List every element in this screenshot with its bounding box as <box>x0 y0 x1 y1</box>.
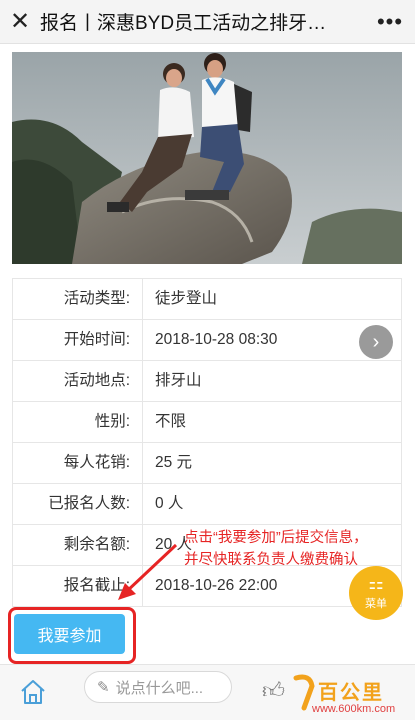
annotation-text: 点击“我要参加”后提交信息， 并尽快联系负责人缴费确认 <box>184 527 414 571</box>
info-row-activity-type: 活动类型: 徒步登山 <box>12 279 402 320</box>
info-row-deadline: 报名截止: 2018-10-26 22:00 <box>12 566 402 607</box>
watermark-text: 百公里 <box>318 682 384 704</box>
top-bar: ✕ 报名丨深惠BYD员工活动之排牙… ••• <box>0 0 415 44</box>
close-icon[interactable]: ✕ <box>0 0 40 44</box>
row-value: 徒步登山 <box>155 290 218 307</box>
grid-icon: ⚏ <box>368 574 384 593</box>
row-label: 性别: <box>13 402 143 442</box>
more-options-icon[interactable]: ••• <box>365 0 415 44</box>
thumbs-up-icon[interactable]: 👍︎ <box>262 677 285 704</box>
comment-placeholder: 说点什么吧... <box>115 679 204 697</box>
row-label: 活动地点: <box>13 361 143 401</box>
annotation-line-1: 点击“我要参加”后提交信息， <box>184 530 368 546</box>
info-row-location: 活动地点: 排牙山 <box>12 361 402 402</box>
chevron-right-icon[interactable]: › <box>359 325 393 359</box>
row-value: 不限 <box>155 413 187 430</box>
menu-label: 菜单 <box>365 598 387 610</box>
join-button[interactable]: 我要参加 <box>14 614 125 654</box>
watermark-logo: 百公里 www.600km.com <box>290 672 415 720</box>
row-label: 开始时间: <box>13 320 143 360</box>
row-label: 活动类型: <box>13 279 143 319</box>
row-label: 剩余名额: <box>13 525 143 565</box>
row-label: 报名截止: <box>13 566 143 606</box>
info-row-start-time: 开始时间: 2018-10-28 08:30 <box>12 320 402 361</box>
activity-photo <box>12 52 402 264</box>
home-icon[interactable] <box>18 677 48 707</box>
menu-button[interactable]: ⚏ 菜单 <box>349 566 403 620</box>
watermark-url: www.600km.com <box>312 703 396 715</box>
row-value: 排牙山 <box>155 372 202 389</box>
row-label: 已报名人数: <box>13 484 143 524</box>
comment-input[interactable]: ✎ 说点什么吧... <box>84 671 232 703</box>
info-row-registered: 已报名人数: 0 人 <box>12 484 402 525</box>
row-value: 0 人 <box>155 495 184 512</box>
pencil-icon: ✎ <box>97 679 110 696</box>
row-label: 每人花销: <box>13 443 143 483</box>
info-row-gender: 性别: 不限 <box>12 402 402 443</box>
row-value: 25 元 <box>155 454 193 471</box>
page-title: 报名丨深惠BYD员工活动之排牙… <box>40 13 327 34</box>
info-row-cost: 每人花销: 25 元 <box>12 443 402 484</box>
